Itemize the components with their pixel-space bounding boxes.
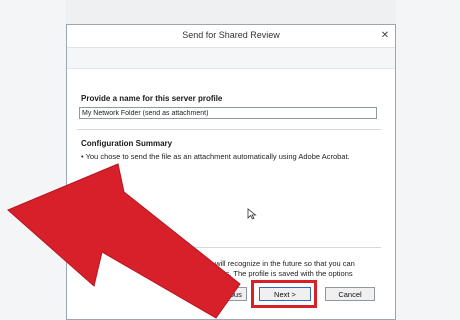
previous-button[interactable]: < Previous	[201, 287, 247, 301]
background-right	[396, 0, 460, 320]
close-icon[interactable]: ✕	[379, 28, 391, 42]
dialog-title: Send for Shared Review	[182, 30, 280, 40]
section-divider	[77, 129, 381, 130]
background-left	[0, 0, 66, 320]
screenshot-stage: Send for Shared Review ✕ Provide a name …	[0, 0, 460, 320]
next-button-highlight-box	[251, 280, 317, 308]
configuration-summary-label: Configuration Summary	[81, 139, 173, 148]
help-text-line: you will recognize in the future so that…	[201, 259, 355, 268]
dialog-header-band	[67, 48, 395, 69]
send-for-shared-review-dialog: Send for Shared Review ✕ Provide a name …	[66, 24, 396, 320]
profile-name-label: Provide a name for this server profile	[81, 94, 223, 103]
profile-help-text: you will recognize in the future so that…	[201, 259, 391, 278]
profile-name-input[interactable]	[79, 107, 377, 119]
mouse-cursor-icon	[247, 208, 257, 220]
dialog-titlebar: Send for Shared Review ✕	[67, 25, 395, 48]
section-divider	[77, 247, 381, 248]
help-text-line: ributions. The profile is saved with the…	[201, 268, 353, 278]
cancel-button[interactable]: Cancel	[325, 287, 375, 301]
configuration-summary-text: • You chose to send the file as an attac…	[81, 152, 350, 161]
